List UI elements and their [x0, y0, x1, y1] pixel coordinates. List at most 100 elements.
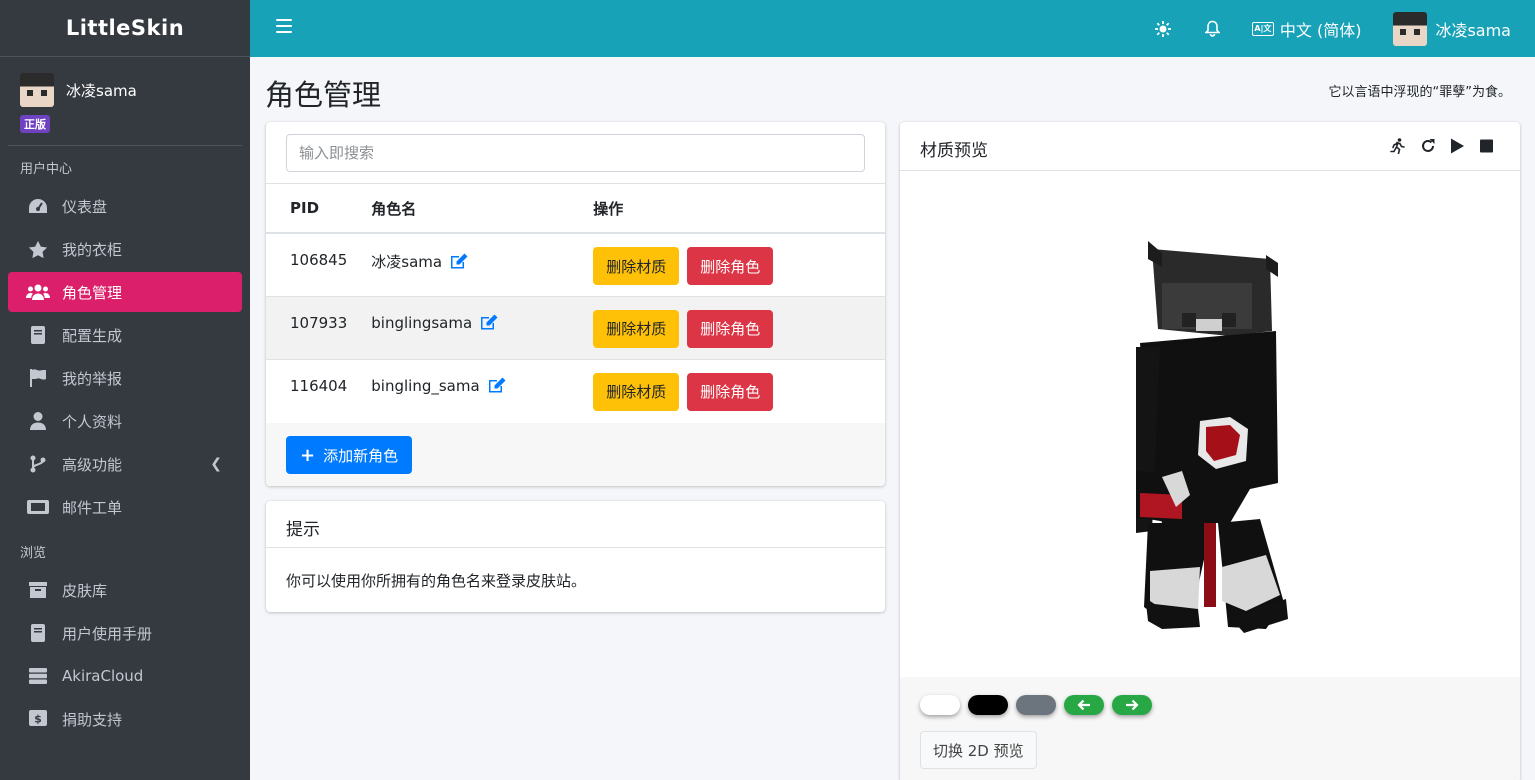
bell-icon[interactable]: [1204, 20, 1220, 37]
actions-cell: 删除材质 删除角色: [569, 295, 885, 359]
sidebar-item-reports[interactable]: 我的举报: [8, 358, 242, 398]
toggle-2d-preview-button[interactable]: 切换 2D 预览: [920, 731, 1037, 769]
user-menu[interactable]: 冰凌sama: [1393, 11, 1511, 46]
dollar-icon: $: [26, 710, 50, 728]
search-input[interactable]: [286, 134, 865, 172]
play-icon[interactable]: [1450, 138, 1465, 154]
delete-player-button[interactable]: 删除角色: [687, 247, 774, 285]
rotate-icon[interactable]: [1420, 138, 1436, 154]
prev-background-button[interactable]: [1064, 695, 1104, 715]
nav-header-user-center: 用户中心: [20, 162, 73, 177]
column-header-pid: PID: [266, 184, 348, 234]
bg-black-swatch[interactable]: [968, 695, 1008, 715]
player-name: binglingsama: [371, 313, 473, 332]
verified-badge: 正版: [20, 115, 50, 133]
user-icon: [26, 412, 50, 430]
add-player-button[interactable]: + 添加新角色: [286, 436, 413, 474]
delete-player-button[interactable]: 删除角色: [687, 372, 774, 411]
avatar: [1393, 11, 1428, 46]
table-row: 106845 冰凌sama 删除材质 删除角色: [266, 232, 885, 296]
theme-toggle-icon[interactable]: [1154, 20, 1171, 37]
user-panel: 冰凌sama 正版: [8, 57, 242, 146]
language-selector[interactable]: A|文 中文 (简体): [1251, 17, 1362, 41]
stop-icon[interactable]: [1479, 138, 1494, 154]
sidebar-item-skinlib[interactable]: 皮肤库: [8, 570, 242, 610]
language-label: 中文 (简体): [1279, 20, 1362, 40]
edit-icon[interactable]: [450, 253, 468, 273]
bg-gray-swatch[interactable]: [1016, 695, 1056, 715]
page-title: 角色管理: [265, 78, 382, 112]
players-card: PID 角色名 操作 106845 冰凌sama 删除材质删除角色 107933…: [266, 122, 885, 486]
plus-icon: +: [300, 444, 316, 466]
sidebar-item-tickets[interactable]: 邮件工单: [8, 487, 242, 527]
delete-texture-button[interactable]: 删除材质: [593, 372, 680, 411]
preview-card: 材质预览 切换 2D 预览: [900, 122, 1520, 780]
chevron-left-icon[interactable]: ❮: [210, 456, 222, 472]
edit-icon[interactable]: [488, 377, 506, 397]
top-user-name: 冰凌sama: [1435, 20, 1511, 40]
edit-icon[interactable]: [480, 314, 498, 334]
avatar[interactable]: [20, 73, 54, 107]
ticket-icon: [26, 500, 50, 514]
column-header-actions: 操作: [569, 184, 885, 234]
sidebar-user-name[interactable]: 冰凌sama: [66, 80, 137, 101]
star-icon: [26, 240, 50, 259]
players-table: PID 角色名 操作 106845 冰凌sama 删除材质 删除角色 107933…: [266, 184, 885, 422]
sidebar-item-label: 仪表盘: [62, 197, 108, 216]
sidebar-item-label: 配置生成: [62, 326, 123, 345]
sidebar-item-closet[interactable]: 我的衣柜: [8, 229, 242, 269]
delete-texture-button[interactable]: 删除材质: [593, 247, 680, 285]
dashboard-icon: [26, 197, 50, 215]
sidebar-item-profile[interactable]: 个人资料: [8, 401, 242, 441]
bg-white-swatch[interactable]: [920, 695, 960, 715]
preview-footer: 切换 2D 预览: [900, 677, 1520, 780]
menu-toggle-icon[interactable]: [276, 19, 292, 37]
sidebar-item-label: 皮肤库: [62, 581, 108, 600]
sidebar-item-config[interactable]: 配置生成: [8, 315, 242, 355]
add-player-label: 添加新角色: [323, 446, 399, 465]
column-header-name: 角色名: [347, 184, 570, 234]
arrow-right-icon: [1126, 699, 1139, 711]
tips-body: 你可以使用你所拥有的角色名来登录皮肤站。: [286, 572, 587, 590]
player-name: 冰凌sama: [371, 253, 443, 271]
sidebar-item-advanced[interactable]: 高级功能 ❮: [8, 444, 242, 484]
search-bar: [266, 122, 885, 184]
sidebar-item-manual[interactable]: 用户使用手册: [8, 613, 242, 653]
delete-texture-button[interactable]: 删除材质: [593, 309, 680, 348]
pid-cell: 106845: [266, 232, 348, 296]
sidebar-item-label: 高级功能: [62, 455, 123, 474]
skin-preview-canvas[interactable]: [900, 171, 1520, 677]
sidebar-item-label: 我的举报: [62, 369, 123, 388]
sidebar-item-dashboard[interactable]: 仪表盘: [8, 186, 242, 226]
preview-title: 材质预览: [920, 141, 988, 161]
sidebar-item-akiracloud[interactable]: AkiraCloud: [8, 656, 242, 696]
pid-cell: 116404: [266, 358, 348, 422]
language-icon: A|文: [1251, 21, 1274, 36]
sidebar-item-label: AkiraCloud: [62, 667, 144, 685]
top-navbar: A|文 中文 (简体) 冰凌sama: [250, 0, 1535, 57]
delete-player-button[interactable]: 删除角色: [687, 309, 774, 348]
sidebar-item-player-manage[interactable]: 角色管理: [8, 272, 242, 312]
name-cell: 冰凌sama: [347, 232, 570, 296]
next-background-button[interactable]: [1112, 695, 1152, 715]
nav-header-browse: 浏览: [20, 546, 47, 561]
sidebar-item-donate[interactable]: $ 捐助支持: [8, 699, 242, 739]
brand-logo[interactable]: LittleSkin: [0, 0, 250, 57]
branch-icon: [26, 455, 50, 473]
actions-cell: 删除材质 删除角色: [569, 358, 885, 422]
arrow-left-icon: [1077, 699, 1090, 711]
flag-icon: [26, 369, 50, 387]
running-icon[interactable]: [1390, 138, 1406, 154]
svg-text:$: $: [34, 713, 42, 726]
users-icon: [26, 284, 50, 300]
name-cell: binglingsama: [347, 295, 570, 359]
actions-cell: 删除材质 删除角色: [569, 232, 885, 296]
tips-title: 提示: [266, 501, 885, 548]
archive-icon: [26, 582, 50, 598]
preview-toolbar: [1376, 138, 1494, 154]
skin-model-image: [1136, 241, 1288, 633]
motto-text: 它以言语中浮现的“罪孽”为食。: [1328, 85, 1511, 100]
table-row: 107933 binglingsama 删除材质 删除角色: [266, 295, 885, 359]
sidebar-item-label: 我的衣柜: [62, 240, 123, 259]
pid-cell: 107933: [266, 295, 348, 359]
